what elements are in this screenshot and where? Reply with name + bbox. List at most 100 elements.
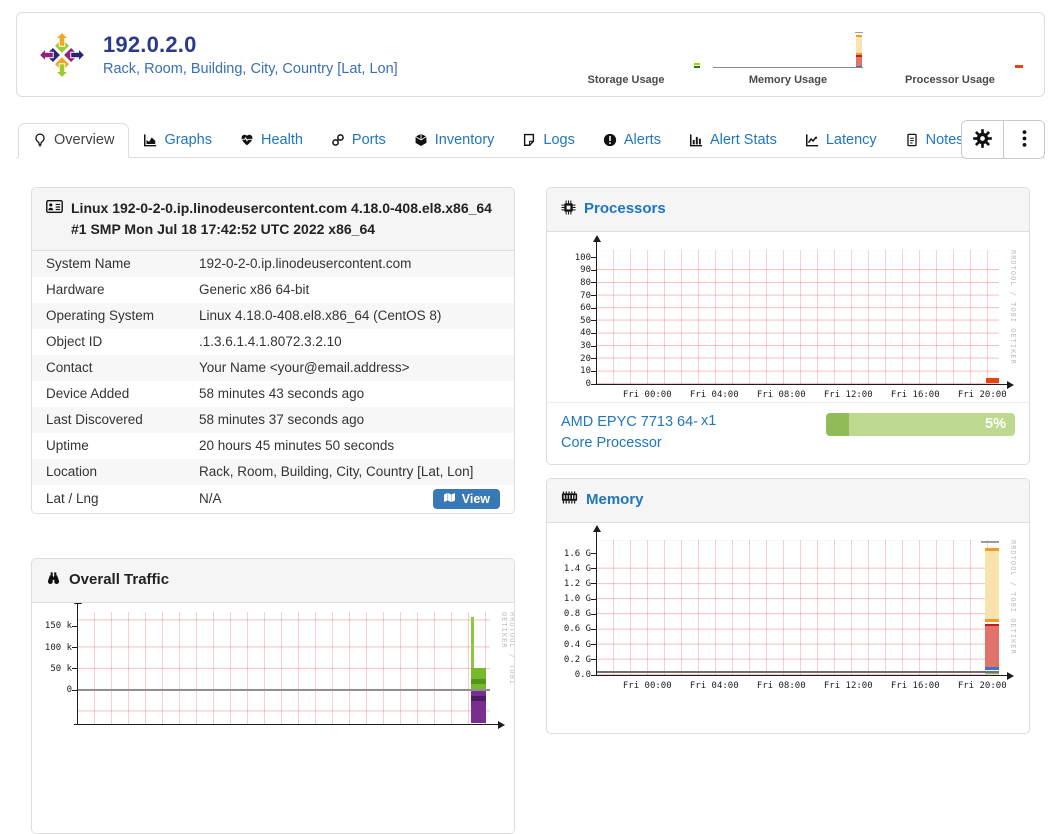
- y-tick-mark: [72, 625, 77, 627]
- y-tick-label: 50: [580, 315, 591, 326]
- device-location-link[interactable]: Rack, Room, Building, City, Country [Lat…: [103, 61, 398, 77]
- memory-graph[interactable]: 0.0 0.2 G 0.4 G 0.6 G 0.8 G 1.0 G 1.2 G 1.4 G 1.…: [547, 522, 1029, 733]
- x-axis: [74, 723, 498, 725]
- y-tick-label: 0: [66, 685, 72, 696]
- tab-alert-stats[interactable]: Alert Stats: [675, 124, 791, 157]
- tab-overview[interactable]: Overview: [18, 123, 130, 158]
- row-value: Rack, Room, Building, City, Country [Lat…: [199, 464, 474, 479]
- graph-series-bar: [980, 541, 999, 543]
- graph-hline: [713, 67, 863, 69]
- row-value: 20 hours 45 minutes 50 seconds: [199, 438, 395, 453]
- table-row: Device Added 58 minutes 43 seconds ago: [32, 381, 514, 407]
- table-row: Uptime 20 hours 45 minutes 50 seconds: [32, 433, 514, 459]
- x-tick-label: Fri 20:00: [957, 680, 1007, 691]
- tab-logs[interactable]: Logs: [508, 124, 588, 157]
- tab-ports[interactable]: Ports: [317, 124, 400, 157]
- tab-latency[interactable]: Latency: [791, 124, 891, 157]
- row-label: Object ID: [46, 334, 103, 349]
- memory-panel-header: Memory: [547, 479, 1029, 523]
- processors-graph[interactable]: 0 10 20 30 40 50 60 70 80 90 100 Fri 00:00 Fri 04:00…: [547, 231, 1029, 402]
- y-tick-mark: [591, 613, 596, 615]
- graph-series-bar: [984, 550, 999, 620]
- row-value: 58 minutes 43 seconds ago: [199, 386, 365, 401]
- processor-count: x1: [701, 412, 717, 429]
- y-tick-mark: [591, 295, 596, 296]
- processor-link[interactable]: AMD EPYC 7713 64-Core Processor: [561, 412, 701, 456]
- graph-series-bar: [984, 618, 999, 622]
- view-location-button[interactable]: View: [432, 489, 500, 509]
- y-tick-label: 20: [580, 353, 591, 364]
- tab-label: Latency: [825, 132, 877, 148]
- y-tick-label: 1.6 G: [563, 548, 591, 559]
- x-tick-label: Fri 04:00: [689, 680, 739, 691]
- row-value: Generic x86 64-bit: [199, 282, 310, 297]
- y-tick-label: 40: [580, 328, 591, 339]
- row-value: Your Name <your@email.address>: [199, 360, 410, 375]
- view-button-label: View: [461, 492, 490, 506]
- storage-usage-minigraph: Storage Usage: [551, 21, 701, 86]
- id-card-icon: [46, 200, 63, 213]
- x-tick-label: Fri 16:00: [890, 389, 940, 400]
- y-tick-label: 0: [585, 379, 591, 389]
- overall-traffic-graph[interactable]: 0 50 k 100 k 150 k RRDTOOL / TOBI OETIKER: [32, 602, 514, 833]
- processor-usage-minigraph: Processor Usage: [875, 21, 1025, 86]
- processors-panel-title[interactable]: Processors: [584, 198, 666, 221]
- graph-hline: [78, 688, 490, 691]
- table-row: Operating System Linux 4.18.0-408.el8.x86…: [32, 303, 514, 329]
- cpu-usage-fill: [826, 412, 850, 436]
- y-tick-mark: [591, 644, 596, 646]
- y-tick-mark: [72, 689, 77, 691]
- graph-series-bar: [856, 55, 863, 58]
- kebab-menu-icon: [1022, 129, 1027, 150]
- tab-graphs[interactable]: Graphs: [129, 124, 226, 157]
- memory-panel-title[interactable]: Memory: [586, 489, 644, 512]
- alertstats-icon: [689, 133, 703, 147]
- processors-panel-header: Processors: [547, 188, 1029, 232]
- tab-inventory[interactable]: Inventory: [400, 124, 509, 157]
- system-panel-header: Linux 192-0-2-0.ip.linodeusercontent.com…: [32, 188, 514, 251]
- row-label: System Name: [46, 256, 131, 271]
- y-tick-label: 70: [580, 290, 591, 301]
- tab-health[interactable]: Health: [226, 124, 317, 157]
- y-tick-label: 90: [580, 265, 591, 276]
- x-tick-label: Fri 20:00: [957, 389, 1007, 400]
- binoculars-icon: [46, 571, 61, 586]
- memory-panel: Memory 0.0 0.2 G 0.4 G 0.6 G 0.8 G 1.0 G 1.2 G…: [546, 478, 1030, 734]
- inventory-icon: [414, 133, 428, 147]
- row-value: 192-0-2-0.ip.linodeusercontent.com: [199, 256, 412, 271]
- device-title: 192.0.2.0: [103, 32, 197, 57]
- plot-area: [597, 539, 999, 675]
- memory-chip-icon: [561, 491, 578, 504]
- logs-icon: [522, 133, 536, 147]
- y-tick-label: 1.0 G: [563, 594, 591, 605]
- rrdtool-watermark: RRDTOOL / TOBI OETIKER: [500, 611, 514, 685]
- ports-icon: [331, 133, 345, 147]
- graph-series-bar: [854, 31, 863, 34]
- y-tick-mark: [591, 568, 596, 570]
- y-tick-mark: [591, 269, 596, 271]
- y-tick-mark: [591, 332, 596, 334]
- y-tick-mark: [591, 345, 596, 347]
- graph-series-bar: [984, 548, 999, 551]
- tab-label: Alert Stats: [709, 132, 777, 148]
- tab-alerts[interactable]: Alerts: [589, 124, 675, 157]
- y-tick-label: 0.8 G: [563, 609, 591, 620]
- table-row: Object ID .1.3.6.1.4.1.8072.3.2.10: [32, 329, 514, 355]
- y-axis-arrow: [592, 234, 601, 242]
- memory-usage-sparkline[interactable]: [713, 21, 863, 72]
- storage-usage-sparkline[interactable]: [551, 21, 701, 72]
- row-label: Hardware: [46, 282, 105, 297]
- tab-bar: Overview Graphs Health Ports Inventory Logs Al…: [16, 119, 1045, 159]
- device-menu-button[interactable]: [1003, 121, 1044, 158]
- storage-usage-label: Storage Usage: [587, 74, 665, 86]
- processor-usage-sparkline[interactable]: [875, 21, 1025, 72]
- table-row: Last Discovered 58 minutes 37 seconds ago: [32, 407, 514, 433]
- plot-area: [597, 249, 999, 384]
- y-tick-mark: [591, 282, 596, 284]
- row-label: Operating System: [46, 308, 155, 323]
- device-settings-button[interactable]: [962, 121, 1003, 158]
- tab-label: Alerts: [623, 132, 661, 148]
- y-tick-label: 150 k: [44, 621, 72, 632]
- row-value: 58 minutes 37 seconds ago: [199, 412, 365, 427]
- y-tick-mark: [591, 659, 596, 661]
